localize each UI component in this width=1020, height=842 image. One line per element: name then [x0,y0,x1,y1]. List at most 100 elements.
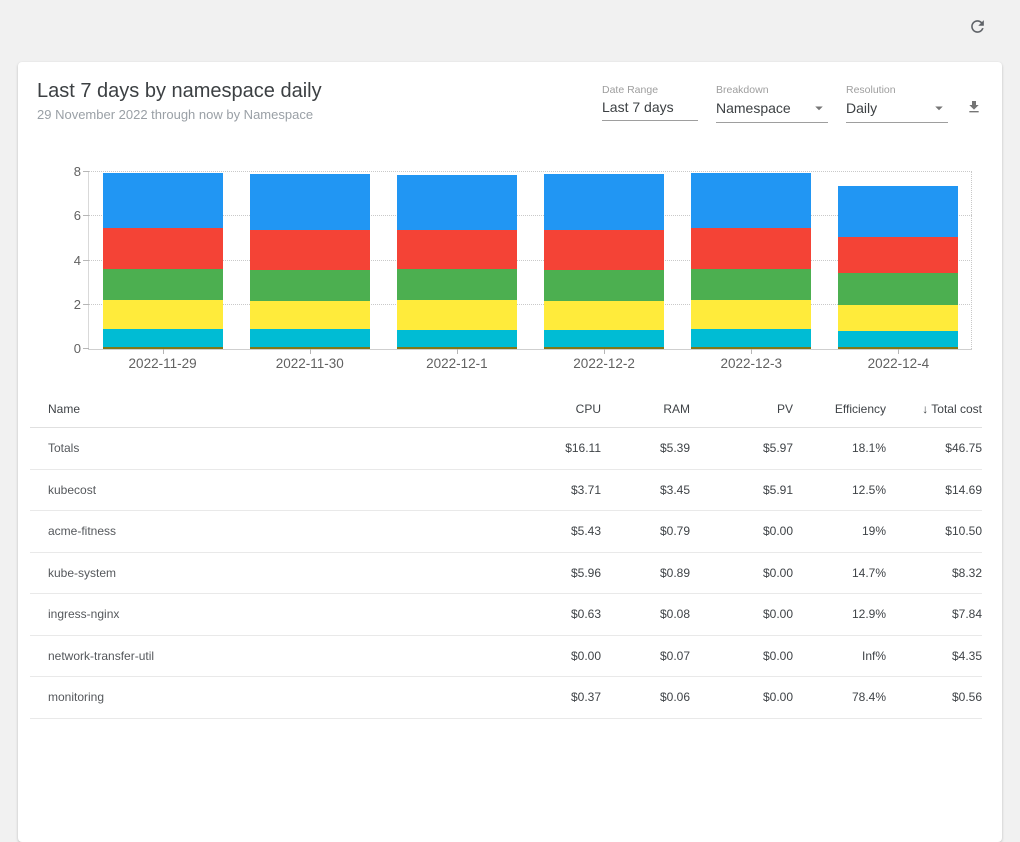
cell: $5.39 [659,441,690,456]
bar-segment-acme-fitness[interactable] [102,228,223,269]
cell-name: acme-fitness [48,524,117,539]
bar-segment-network-transfer-util[interactable] [396,329,517,348]
y-axis-label: 2 [73,296,81,312]
cell: $5.96 [570,565,601,580]
bar-segment-acme-fitness[interactable] [544,229,665,270]
date-range-value: Last 7 days [602,99,674,115]
cell: Inf% [861,648,886,663]
bar-segment-acme-fitness[interactable] [838,237,959,274]
x-axis-label: 2022-12-2 [573,356,635,371]
bar-segment-network-transfer-util[interactable] [102,328,223,348]
y-axis-tick [83,259,89,261]
cell-name: Totals [48,441,80,456]
cell-name: kube-system [48,565,117,580]
bar-segment-kube-system[interactable] [691,268,812,300]
x-axis-label: 2022-11-29 [128,356,197,371]
column-header-pv[interactable]: PV [690,402,793,416]
bar-segment-kube-system[interactable] [249,269,370,301]
table-row-monitoring[interactable]: monitoring $0.37 $0.06 $0.00 78.4% $0.56 [30,677,982,719]
page-subtitle: 29 November 2022 through now by Namespac… [37,107,314,122]
resolution-select[interactable]: Daily [846,99,948,123]
plot-area: 0 2 4 6 8 2022-11-29 2022-11-30 2022-12-1 2022-1… [74,164,972,371]
bar-segment-kube-system[interactable] [396,269,517,301]
x-axis-tick [456,349,458,354]
y-axis-tick [83,303,89,305]
y-axis-label: 0 [73,341,81,356]
cell: 14.7% [851,565,886,580]
cell-name: ingress-nginx [48,607,120,622]
x-axis-tick [751,349,753,354]
cell: $10.50 [945,524,982,539]
x-axis-label: 2022-11-30 [275,356,344,371]
cell: $7.84 [951,607,982,622]
stacked-bar-chart: 0 2 4 6 8 2022-11-29 2022-11-30 2022-12-1 2022-1… [74,164,972,371]
bar-segment-kube-system[interactable] [838,273,959,305]
bar-2022-11-29 [102,173,223,349]
cell: $0.00 [762,690,793,705]
chevron-down-icon [810,99,828,117]
cell-name: monitoring [48,690,105,705]
cell: $0.56 [951,690,982,705]
cell: $5.43 [570,524,601,539]
bar-segment-ingress-nginx[interactable] [838,304,959,331]
bar-segment-acme-fitness[interactable] [396,230,517,270]
bar-segment-kubecost[interactable] [249,174,370,230]
bar-segment-acme-fitness[interactable] [691,228,812,269]
bar-segment-kubecost[interactable] [691,173,812,229]
table-row-totals[interactable]: Totals $16.11 $5.39 $5.97 18.1% $46.75 [30,428,982,470]
y-gridline [89,171,972,172]
table-row-kubecost[interactable]: kubecost $3.71 $3.45 $5.91 12.5% $14.69 [30,470,982,511]
download-button[interactable] [966,99,982,115]
bar-segment-ingress-nginx[interactable] [102,300,223,329]
y-axis-tick [83,348,89,349]
y-axis-tick [83,215,89,217]
column-header-total-cost[interactable]: ↓ Total cost [886,402,982,416]
cell: $0.00 [570,648,601,663]
bar-segment-kubecost[interactable] [838,186,959,238]
table-row-network-transfer-util[interactable]: network-transfer-util $0.00 $0.07 $0.00 Inf%… [30,636,982,677]
bar-segment-kubecost[interactable] [396,174,517,230]
bar-2022-12-3 [691,173,812,349]
cell: $3.45 [659,482,690,497]
bar-segment-kubecost[interactable] [102,173,223,229]
bar-segment-kubecost[interactable] [544,174,665,230]
bar-segment-ingress-nginx[interactable] [249,300,370,330]
bar-segment-ingress-nginx[interactable] [544,301,665,330]
bar-segment-network-transfer-util[interactable] [249,329,370,348]
bar-segment-kube-system[interactable] [102,268,223,301]
cell: $0.00 [762,648,793,663]
bar-segment-network-transfer-util[interactable] [838,330,959,347]
cell: $5.97 [762,441,793,456]
table-row-acme-fitness[interactable]: acme-fitness $5.43 $0.79 $0.00 19% $10.50 [30,511,982,553]
column-header-cpu[interactable]: CPU [521,402,601,416]
bar-segment-ingress-nginx[interactable] [691,299,812,330]
refresh-button[interactable] [966,17,988,39]
bar-2022-12-4 [838,186,959,349]
date-range-select[interactable]: Last 7 days [602,99,698,121]
bar-segment-ingress-nginx[interactable] [396,300,517,330]
table-row-kube-system[interactable]: kube-system $5.96 $0.89 $0.00 14.7% $8.32 [30,553,982,594]
breakdown-label: Breakdown [716,84,769,96]
bar-segment-kube-system[interactable] [544,269,665,302]
bar-segment-acme-fitness[interactable] [249,229,370,270]
cell: $0.00 [762,524,793,539]
x-axis-label: 2022-12-4 [867,356,930,371]
bar-segment-network-transfer-util[interactable] [544,329,665,348]
cell: 18.1% [851,441,886,456]
table-body: Totals $16.11 $5.39 $5.97 18.1% $46.75 kubecos… [30,428,982,719]
y-axis-tick [83,171,89,172]
breakdown-select[interactable]: Namespace [716,99,828,123]
bar-segment-network-transfer-util[interactable] [691,329,812,348]
x-axis-label: 2022-12-3 [720,356,783,371]
page-title: Last 7 days by namespace daily [37,80,322,102]
resolution-value: Daily [846,100,878,116]
column-header-efficiency[interactable]: Efficiency [793,402,886,416]
column-header-ram[interactable]: RAM [601,402,690,416]
y-axis-label: 8 [73,164,81,179]
cell: $16.11 [565,441,601,456]
table-header-row: Name CPU RAM PV Efficiency ↓ Total cost [30,390,982,428]
plot-right-border [971,172,972,349]
table-row-ingress-nginx[interactable]: ingress-nginx $0.63 $0.08 $0.00 12.9% $7.84 [30,594,982,636]
cell: $0.79 [659,524,690,539]
column-header-name[interactable]: Name [30,402,521,416]
